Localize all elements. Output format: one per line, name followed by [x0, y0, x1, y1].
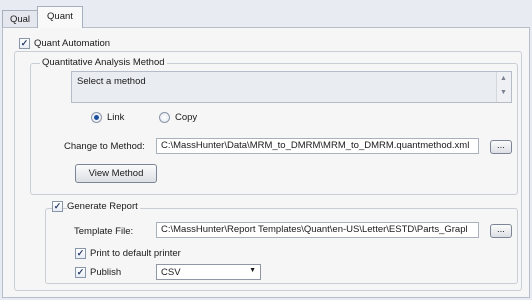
tab-quant[interactable]: Quant: [37, 6, 83, 28]
generate-report-label: Generate Report: [67, 201, 140, 212]
check-mark-icon: ✓: [76, 267, 85, 277]
tab-quant-label: Quant: [47, 11, 73, 22]
check-mark-icon: ✓: [53, 201, 62, 211]
link-radio-label: Link: [107, 112, 125, 123]
copy-radio[interactable]: [159, 112, 170, 123]
print-default-label: Print to default printer: [90, 248, 181, 259]
scroll-down-icon[interactable]: ▼: [500, 89, 507, 96]
check-mark-icon: ✓: [20, 38, 29, 48]
tab-qual-label: Qual: [9, 14, 31, 25]
publish-format-select[interactable]: CSV ▼: [156, 264, 261, 280]
generate-report-checkbox[interactable]: ✓: [52, 201, 63, 212]
publish-checkbox[interactable]: ✓: [75, 267, 86, 278]
chevron-down-icon: ▼: [249, 267, 256, 274]
check-mark-icon: ✓: [76, 248, 85, 258]
copy-radio-label: Copy: [175, 112, 198, 123]
tab-qual[interactable]: Qual: [2, 10, 38, 27]
template-file-label: Template File:: [74, 226, 134, 237]
change-to-method-label: Change to Method:: [64, 141, 145, 152]
publish-label: Publish: [90, 267, 122, 278]
publish-format-value: CSV: [161, 267, 181, 278]
method-list[interactable]: Select a method ▲ ▼: [71, 71, 512, 103]
method-path-field[interactable]: C:\MassHunter\Data\MRM_to_DMRM\MRM_to_DM…: [156, 138, 479, 154]
scroll-up-icon[interactable]: ▲: [500, 75, 507, 82]
method-browse-button[interactable]: ...: [490, 140, 512, 154]
print-default-checkbox[interactable]: ✓: [75, 248, 86, 259]
template-browse-button[interactable]: ...: [490, 224, 512, 238]
method-group-title: Quantitative Analysis Method: [40, 57, 167, 68]
link-radio[interactable]: [91, 112, 102, 123]
view-method-button[interactable]: View Method: [75, 164, 157, 183]
method-list-text: Select a method: [77, 76, 146, 87]
quant-automation-checkbox[interactable]: ✓: [19, 38, 30, 49]
quant-automation-label: Quant Automation: [34, 38, 111, 49]
template-path-field[interactable]: C:\MassHunter\Report Templates\Quant\en-…: [156, 222, 479, 238]
method-list-scrollbar[interactable]: ▲ ▼: [496, 72, 511, 102]
